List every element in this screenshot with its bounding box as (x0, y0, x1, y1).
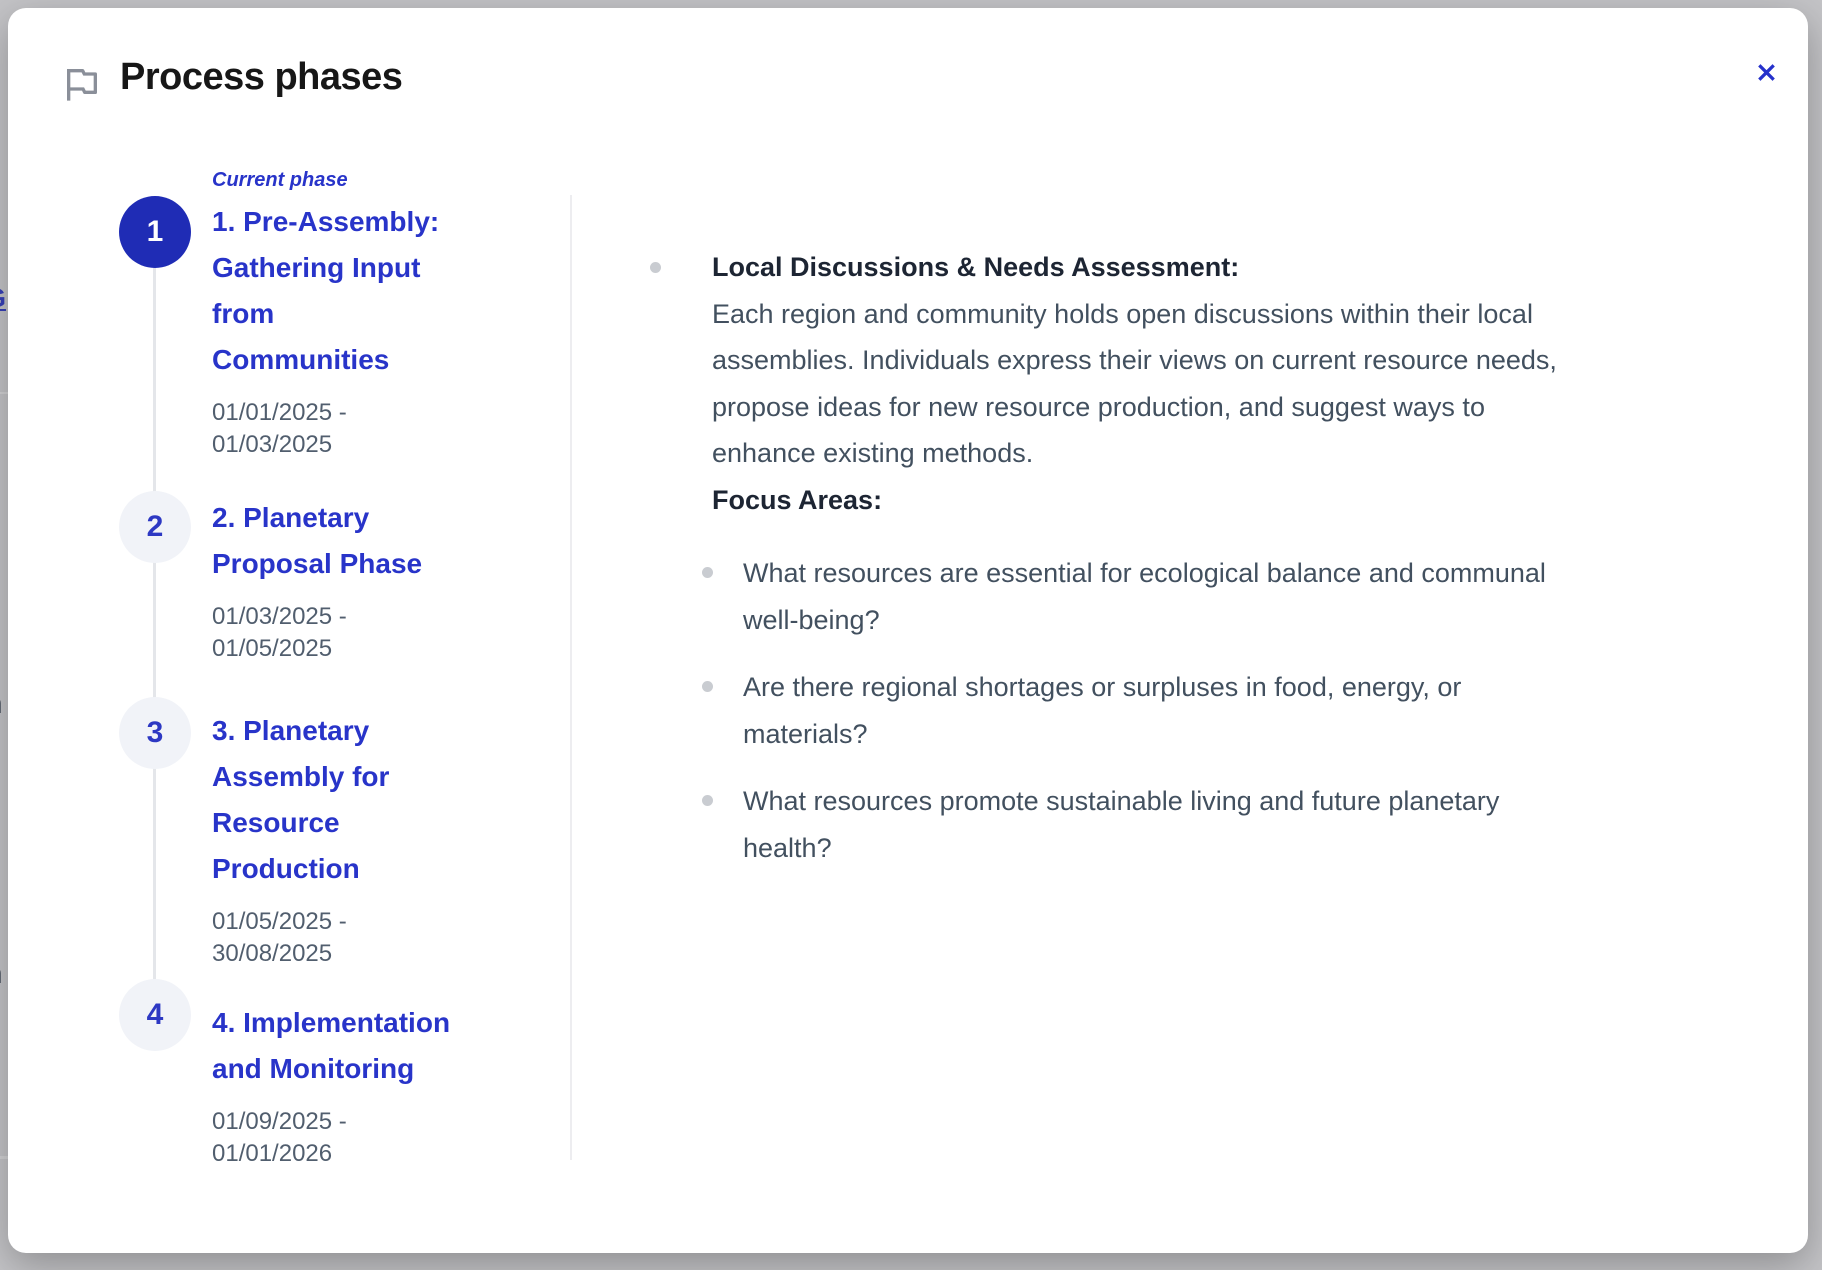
background-divider (0, 1156, 8, 1159)
flag-icon (62, 64, 102, 104)
description-heading: Local Discussions & Needs Assessment: (712, 244, 1790, 291)
list-item: What resources are essential for ecologi… (702, 550, 1777, 643)
timeline-connector-line (153, 232, 156, 1015)
description-line: enhance existing methods. (712, 430, 1790, 477)
background-divider (0, 392, 8, 394)
phase-step-4-badge: 4 (119, 979, 191, 1051)
phase-item-2: 2. Planetary Proposal Phase 01/03/2025 -… (212, 495, 466, 665)
phase-item-1: Current phase 1. Pre-Assembly: Gathering… (212, 168, 466, 461)
focus-areas-list: What resources are essential for ecologi… (702, 550, 1777, 892)
phase-item-3: 3. Planetary Assembly for Resource Produ… (212, 708, 466, 970)
column-divider (570, 195, 572, 1160)
phase-3-dates: 01/05/2025 - 30/08/2025 (212, 906, 466, 970)
phase-description: Local Discussions & Needs Assessment: Ea… (712, 244, 1790, 523)
bullet-icon (702, 681, 713, 692)
list-item: Are there regional shortages or surpluse… (702, 664, 1777, 757)
screen: { "colors": { "accent_blue": "#2834c9", … (0, 0, 1822, 1270)
bullet-icon (702, 795, 713, 806)
phase-step-3-badge: 3 (119, 697, 191, 769)
phase-2-dates: 01/03/2025 - 01/05/2025 (212, 601, 466, 665)
close-icon (1755, 61, 1778, 84)
phase-4-dates: 01/09/2025 - 01/01/2026 (212, 1106, 466, 1170)
phase-1-dates: 01/01/2025 - 01/03/2025 (212, 397, 466, 461)
phase-item-4: 4. Implementation and Monitoring 01/09/2… (212, 1000, 466, 1170)
phase-3-link[interactable]: 3. Planetary Assembly for Resource Produ… (212, 708, 466, 892)
list-item: What resources promote sustainable livin… (702, 778, 1777, 871)
close-button[interactable] (1746, 52, 1786, 92)
phase-2-link[interactable]: 2. Planetary Proposal Phase (212, 495, 466, 587)
dialog-title: Process phases (120, 56, 402, 99)
description-line: assemblies. Individuals express their vi… (712, 337, 1790, 384)
phase-4-link[interactable]: 4. Implementation and Monitoring (212, 1000, 466, 1092)
description-line: Each region and community holds open dis… (712, 291, 1790, 338)
bullet-icon (702, 567, 713, 578)
phase-step-2-badge: 2 (119, 491, 191, 563)
phase-step-1-badge: 1 (119, 196, 191, 268)
focus-areas-heading: Focus Areas: (712, 477, 1790, 524)
bullet-icon (650, 262, 661, 273)
current-phase-label: Current phase (212, 168, 466, 192)
process-phases-dialog: Process phases 1 2 3 4 Current phase 1. … (8, 8, 1808, 1253)
description-line: propose ideas for new resource productio… (712, 384, 1790, 431)
phase-1-link[interactable]: 1. Pre-Assembly: Gathering Input from Co… (212, 199, 466, 383)
